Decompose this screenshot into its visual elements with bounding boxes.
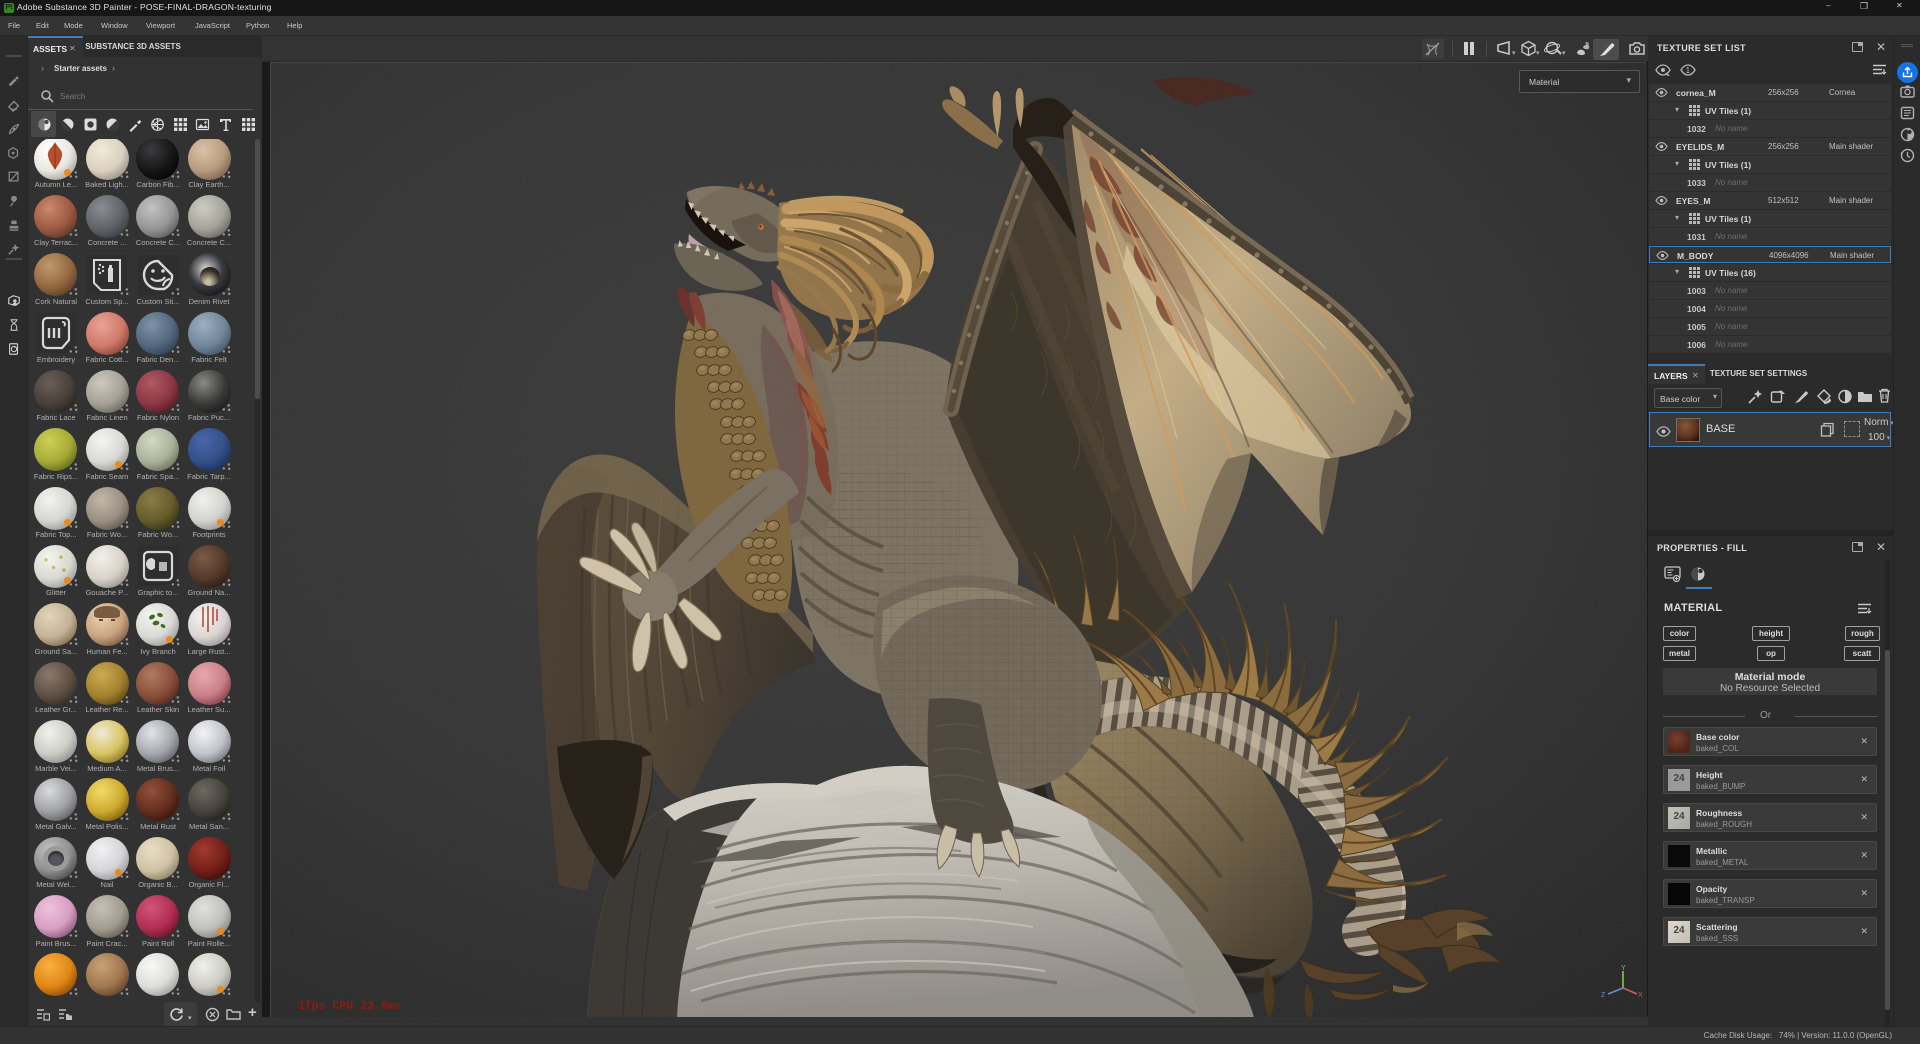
svg-text:Y: Y [1621,965,1626,972]
svg-text:1: 1 [1686,66,1691,75]
svg-text:X: X [1638,992,1643,999]
svg-text:Z: Z [1601,992,1606,999]
